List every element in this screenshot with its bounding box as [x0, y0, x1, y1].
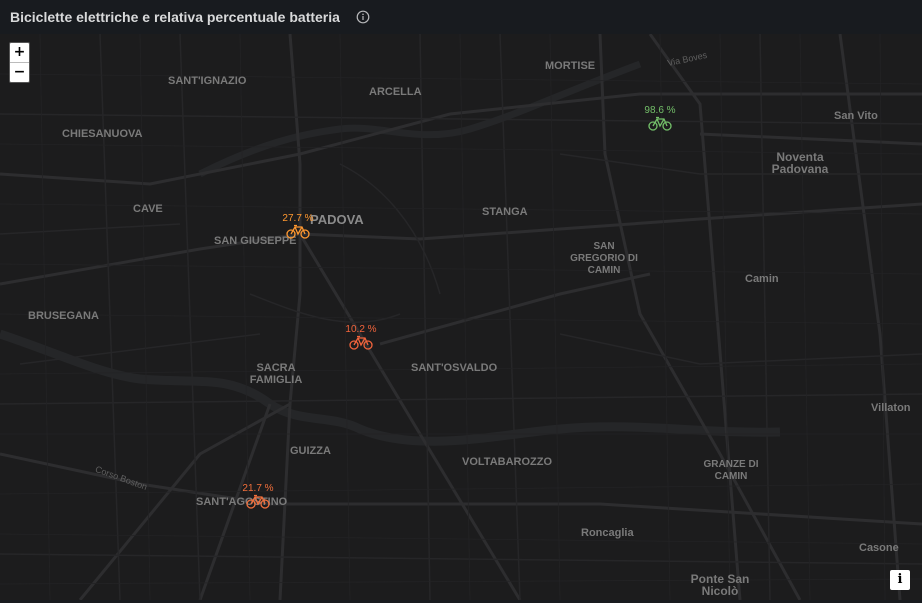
map-panel: Biciclette elettriche e relativa percent…: [0, 0, 922, 603]
bicycle-icon: [246, 494, 270, 509]
bike-marker[interactable]: 21.7 %: [238, 483, 278, 514]
place-label: SANT'OSVALDO: [411, 362, 498, 374]
panel-title: Biciclette elettriche e relativa percent…: [10, 9, 340, 25]
map-roads: [0, 34, 922, 600]
place-label: MORTISE: [545, 60, 596, 72]
info-circle-icon[interactable]: [356, 10, 370, 24]
place-label: Villaton: [871, 402, 911, 414]
battery-label: 10.2 %: [345, 324, 377, 335]
place-label: VOLTABAROZZO: [462, 456, 553, 468]
bike-marker[interactable]: 27.7 %: [278, 213, 318, 244]
battery-label: 27.7 %: [282, 213, 314, 224]
place-label: San Vito: [834, 110, 878, 122]
bike-marker[interactable]: 10.2 %: [341, 324, 381, 355]
bicycle-icon: [286, 224, 310, 239]
place-label: Ponte San Nicolò: [690, 572, 750, 598]
place-label: SACRA FAMIGLIA: [249, 362, 303, 386]
zoom-control: + −: [9, 42, 30, 83]
place-label: GRANZE DI CAMIN: [703, 459, 759, 482]
zoom-in-button[interactable]: +: [10, 43, 29, 62]
place-label: STANGA: [482, 206, 528, 218]
map-view[interactable]: + − MORTISE SANT'IGNAZIO ARCELLA CHIESAN…: [0, 34, 922, 600]
place-label: SANT'IGNAZIO: [168, 75, 247, 87]
bike-marker[interactable]: 98.6 %: [640, 105, 680, 136]
battery-label: 21.7 %: [242, 483, 274, 494]
place-label: SAN GREGORIO DI CAMIN: [570, 241, 638, 276]
place-label: BRUSEGANA: [28, 310, 99, 322]
battery-label: 98.6 %: [644, 105, 676, 116]
place-label: CAVE: [133, 203, 163, 215]
panel-header: Biciclette elettriche e relativa percent…: [0, 0, 922, 34]
bicycle-icon: [349, 335, 373, 350]
place-label: GUIZZA: [290, 445, 331, 457]
place-label: Noventa Padovana: [771, 150, 829, 176]
attribution-button[interactable]: i: [890, 570, 910, 590]
place-label: Camin: [745, 273, 779, 285]
bicycle-icon: [648, 116, 672, 131]
place-label: PADOVA: [310, 212, 364, 227]
zoom-out-button[interactable]: −: [10, 62, 29, 82]
place-label: Roncaglia: [581, 527, 634, 539]
place-label: ARCELLA: [369, 86, 422, 98]
place-label: Casone: [859, 542, 899, 554]
place-label: CHIESANUOVA: [62, 128, 143, 140]
